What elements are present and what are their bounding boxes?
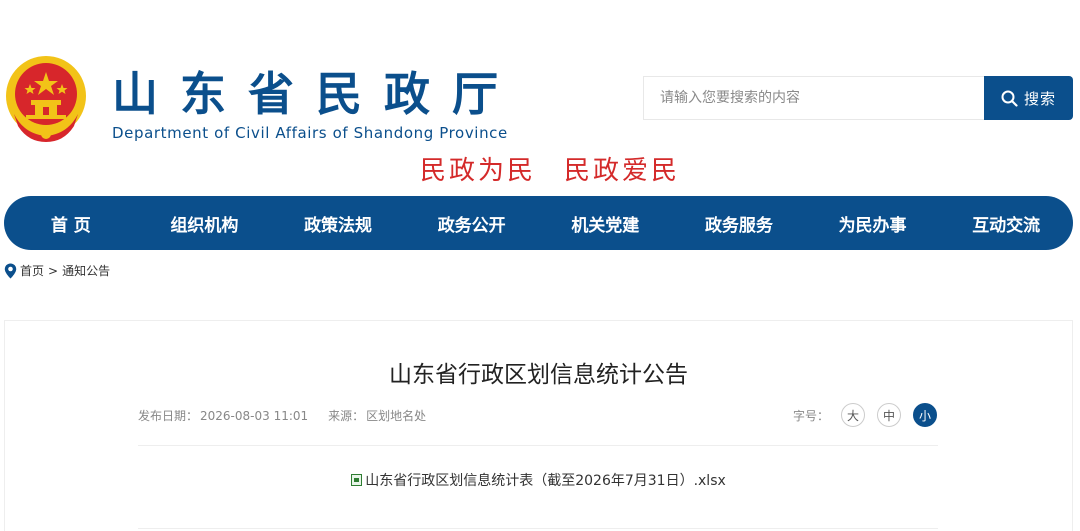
main-nav: 首 页 组织机构 政策法规 政务公开 机关党建 政务服务 为民办事 互动交流 — [4, 196, 1073, 250]
breadcrumb-separator: > — [48, 263, 59, 278]
nav-item-government-affairs[interactable]: 政务公开 — [405, 211, 539, 236]
divider — [138, 445, 938, 446]
nav-item-services[interactable]: 政务服务 — [672, 211, 806, 236]
search-input[interactable] — [643, 76, 985, 120]
article-meta: 发布日期： 2026-08-03 11:01 来源： 区划地名处 — [138, 407, 426, 424]
slogan: 民政为民 民政爱民 — [420, 150, 680, 187]
nav-item-organization[interactable]: 组织机构 — [138, 211, 272, 236]
site-title: 山东省民政厅 — [112, 67, 520, 121]
breadcrumb: 首页 > 通知公告 — [4, 262, 110, 279]
font-size-large-button[interactable]: 大 — [841, 403, 866, 427]
font-size-small-button[interactable]: 小 — [913, 403, 938, 427]
publish-date-label: 发布日期： — [138, 409, 199, 423]
national-emblem-icon — [6, 56, 86, 142]
publish-date-value: 2026-08-03 11:01 — [200, 409, 309, 423]
publish-date: 发布日期： 2026-08-03 11:01 — [138, 407, 308, 424]
source-value: 区划地名处 — [366, 409, 427, 423]
site-subtitle: Department of Civil Affairs of Shandong … — [112, 124, 508, 142]
font-size-medium-button[interactable]: 中 — [877, 403, 902, 427]
font-size-controls: 字号： 大 中 小 — [793, 403, 938, 427]
article-title: 山东省行政区划信息统计公告 — [389, 362, 688, 388]
slogan-part: 民政为民 — [420, 156, 537, 186]
nav-item-home[interactable]: 首 页 — [4, 211, 138, 236]
search-button[interactable]: 搜索 — [984, 76, 1073, 120]
attachment-name[interactable]: 山东省行政区划信息统计表（截至2026年7月31日）.xlsx — [365, 470, 726, 490]
search-icon — [1001, 90, 1018, 107]
nav-item-interaction[interactable]: 互动交流 — [939, 211, 1073, 236]
font-size-label: 字号： — [793, 408, 830, 423]
divider — [138, 528, 938, 529]
search-button-label: 搜索 — [1023, 89, 1056, 108]
article-source: 来源： 区划地名处 — [328, 407, 426, 424]
location-pin-icon — [4, 263, 17, 278]
source-label: 来源： — [328, 409, 365, 423]
attachment-link[interactable]: 山东省行政区划信息统计表（截至2026年7月31日）.xlsx — [0, 470, 1077, 490]
breadcrumb-current[interactable]: 通知公告 — [62, 262, 110, 279]
slogan-part: 民政爱民 — [564, 156, 681, 186]
nav-item-party-building[interactable]: 机关党建 — [539, 211, 673, 236]
breadcrumb-home[interactable]: 首页 — [20, 262, 44, 279]
spreadsheet-file-icon — [351, 474, 363, 486]
nav-item-public-affairs[interactable]: 为民办事 — [806, 211, 940, 236]
nav-item-policies[interactable]: 政策法规 — [271, 211, 405, 236]
